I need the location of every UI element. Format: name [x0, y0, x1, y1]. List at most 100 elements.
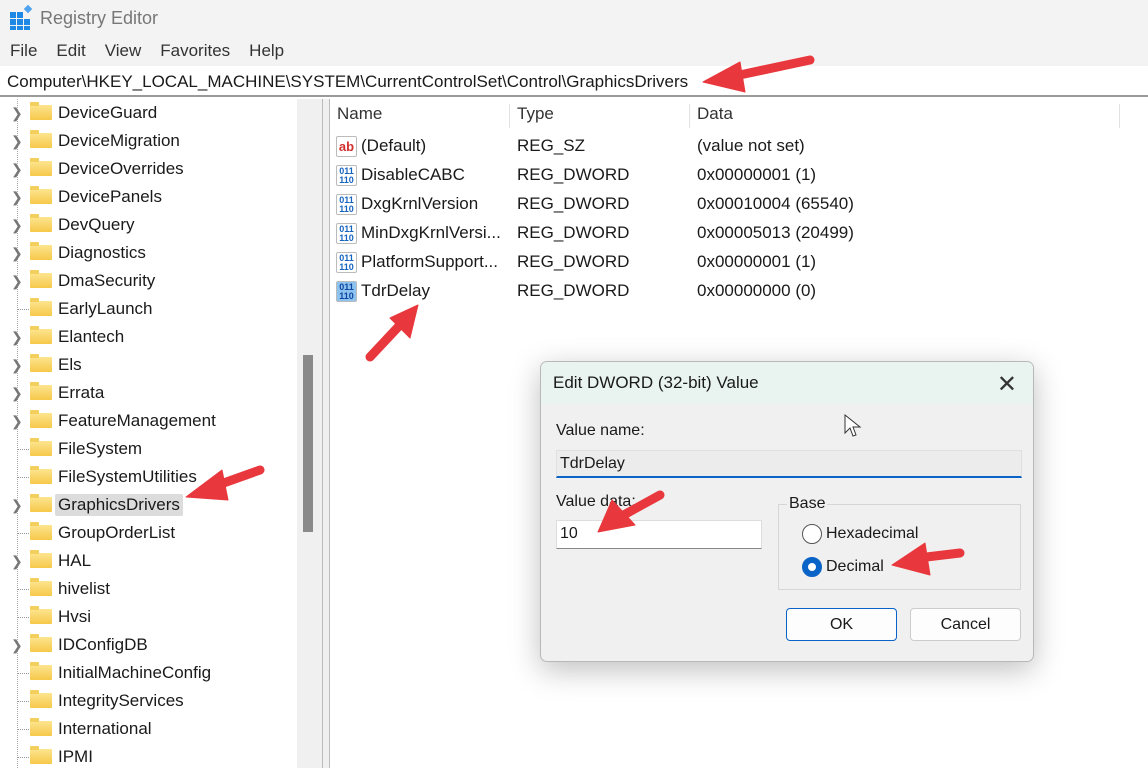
chevron-right-icon[interactable]: ❯: [11, 553, 23, 570]
folder-icon: [30, 298, 52, 316]
menu-view[interactable]: View: [105, 41, 142, 61]
chevron-right-icon[interactable]: ❯: [11, 245, 23, 262]
column-header-name[interactable]: Name: [330, 104, 510, 128]
tree-node[interactable]: Hvsi: [0, 603, 297, 631]
tree-node[interactable]: ❯ IDConfigDB: [0, 631, 297, 659]
tree-node-label: FileSystemUtilities: [58, 467, 197, 486]
tree-node[interactable]: ❯ Els: [0, 351, 297, 379]
chevron-right-icon[interactable]: ❯: [11, 385, 23, 402]
value-row[interactable]: 011 110 PlatformSupport... REG_DWORD 0x00000…: [330, 247, 1148, 276]
menu-favorites[interactable]: Favorites: [160, 41, 230, 61]
address-bar[interactable]: Computer\HKEY_LOCAL_MACHINE\SYSTEM\Curre…: [0, 67, 1148, 97]
menu-help[interactable]: Help: [249, 41, 284, 61]
chevron-right-icon[interactable]: ❯: [11, 273, 23, 290]
folder-icon: [30, 438, 52, 456]
tree-node[interactable]: FileSystem: [0, 435, 297, 463]
base-groupbox: Base Hexadecimal Decimal: [778, 495, 1021, 590]
tree-node[interactable]: InitialMachineConfig: [0, 659, 297, 687]
tree-node[interactable]: ❯ Errata: [0, 379, 297, 407]
tree-node[interactable]: IPMI: [0, 743, 297, 768]
hexadecimal-label[interactable]: Hexadecimal: [826, 525, 918, 543]
value-data: 0x00010004 (65540): [697, 194, 854, 213]
value-data-input[interactable]: 10: [556, 520, 762, 549]
menu-edit[interactable]: Edit: [56, 41, 85, 61]
value-type: REG_DWORD: [517, 252, 630, 271]
folder-icon: [30, 718, 52, 736]
value-type: REG_DWORD: [517, 165, 630, 184]
decimal-label[interactable]: Decimal: [826, 558, 884, 576]
chevron-right-icon[interactable]: ❯: [11, 189, 23, 206]
tree-node[interactable]: ❯ DeviceMigration: [0, 127, 297, 155]
tree-node[interactable]: ❯ DmaSecurity: [0, 267, 297, 295]
chevron-right-icon[interactable]: ❯: [11, 105, 23, 122]
chevron-right-icon[interactable]: ❯: [11, 357, 23, 374]
menu-file[interactable]: File: [10, 41, 37, 61]
value-row[interactable]: 011 110 DxgKrnlVersion REG_DWORD 0x00010004 …: [330, 189, 1148, 218]
tree-node[interactable]: GroupOrderList: [0, 519, 297, 547]
tree-node-label: DeviceMigration: [58, 131, 180, 150]
chevron-right-icon[interactable]: ❯: [11, 329, 23, 346]
tree-node-label: FeatureManagement: [58, 411, 216, 430]
folder-icon: [30, 158, 52, 176]
registry-editor-icon: [10, 4, 34, 30]
tree-node[interactable]: ❯ GraphicsDrivers: [0, 491, 297, 519]
tree-node[interactable]: ❯ Elantech: [0, 323, 297, 351]
tree-node[interactable]: IntegrityServices: [0, 687, 297, 715]
tree-node[interactable]: ❯ Diagnostics: [0, 239, 297, 267]
tree-node[interactable]: ❯ DeviceGuard: [0, 99, 297, 127]
chevron-right-icon[interactable]: ❯: [11, 637, 23, 654]
folder-icon: [30, 494, 52, 512]
tree-node[interactable]: International: [0, 715, 297, 743]
tree-node-label: hivelist: [58, 579, 110, 598]
scrollbar-thumb[interactable]: [303, 355, 313, 532]
tree-connector: [17, 533, 29, 534]
column-header-data[interactable]: Data: [690, 104, 1120, 128]
value-row[interactable]: 011 110 MinDxgKrnlVersi... REG_DWORD 0x00005…: [330, 218, 1148, 247]
tree-node[interactable]: ❯ HAL: [0, 547, 297, 575]
tree-node[interactable]: EarlyLaunch: [0, 295, 297, 323]
tree-node-label: Diagnostics: [58, 243, 146, 262]
binary-value-icon: 011 110: [336, 223, 357, 244]
tree-node-label: Errata: [58, 383, 105, 402]
tree-node[interactable]: ❯ FeatureManagement: [0, 407, 297, 435]
folder-icon: [30, 382, 52, 400]
pane-splitter[interactable]: [322, 99, 330, 768]
column-header-type[interactable]: Type: [510, 104, 690, 128]
value-type: REG_DWORD: [517, 281, 630, 300]
close-icon[interactable]: ✕: [997, 370, 1017, 399]
value-row[interactable]: 011 110 DisableCABC REG_DWORD 0x00000001 (1): [330, 160, 1148, 189]
tree-connector: [17, 449, 29, 450]
key-tree: ❯ DeviceGuard ❯ DeviceMigration ❯ DeviceOverr…: [0, 99, 297, 768]
folder-icon: [30, 326, 52, 344]
tree-scrollbar[interactable]: [297, 99, 322, 768]
folder-icon: [30, 214, 52, 232]
tree-connector: [17, 757, 29, 758]
value-type: REG_DWORD: [517, 194, 630, 213]
chevron-right-icon[interactable]: ❯: [11, 497, 23, 514]
value-row[interactable]: ab (Default) REG_SZ (value not set): [330, 131, 1148, 160]
tree-node-label: Hvsi: [58, 607, 92, 626]
decimal-radio[interactable]: [802, 557, 822, 577]
value-name: DisableCABC: [361, 165, 465, 184]
folder-icon: [30, 186, 52, 204]
hexadecimal-radio[interactable]: [802, 524, 822, 544]
chevron-right-icon[interactable]: ❯: [11, 217, 23, 234]
tree-node-label: InitialMachineConfig: [58, 663, 212, 682]
tree-node[interactable]: ❯ DeviceOverrides: [0, 155, 297, 183]
chevron-right-icon[interactable]: ❯: [11, 161, 23, 178]
window-title: Registry Editor: [40, 7, 159, 28]
chevron-right-icon[interactable]: ❯: [11, 133, 23, 150]
cancel-button[interactable]: Cancel: [910, 608, 1021, 641]
tree-node-label: Els: [58, 355, 82, 374]
tree-node[interactable]: FileSystemUtilities: [0, 463, 297, 491]
chevron-right-icon[interactable]: ❯: [11, 413, 23, 430]
tree-node[interactable]: hivelist: [0, 575, 297, 603]
value-name-input[interactable]: TdrDelay: [556, 450, 1022, 478]
ok-button[interactable]: OK: [786, 608, 897, 641]
tree-node-label: GroupOrderList: [58, 523, 176, 542]
tree-connector: [17, 589, 29, 590]
tree-node[interactable]: ❯ DevicePanels: [0, 183, 297, 211]
tree-node[interactable]: ❯ DevQuery: [0, 211, 297, 239]
value-name: (Default): [361, 136, 427, 155]
value-row[interactable]: 011 110 TdrDelay REG_DWORD 0x00000000 (0): [330, 276, 1148, 305]
